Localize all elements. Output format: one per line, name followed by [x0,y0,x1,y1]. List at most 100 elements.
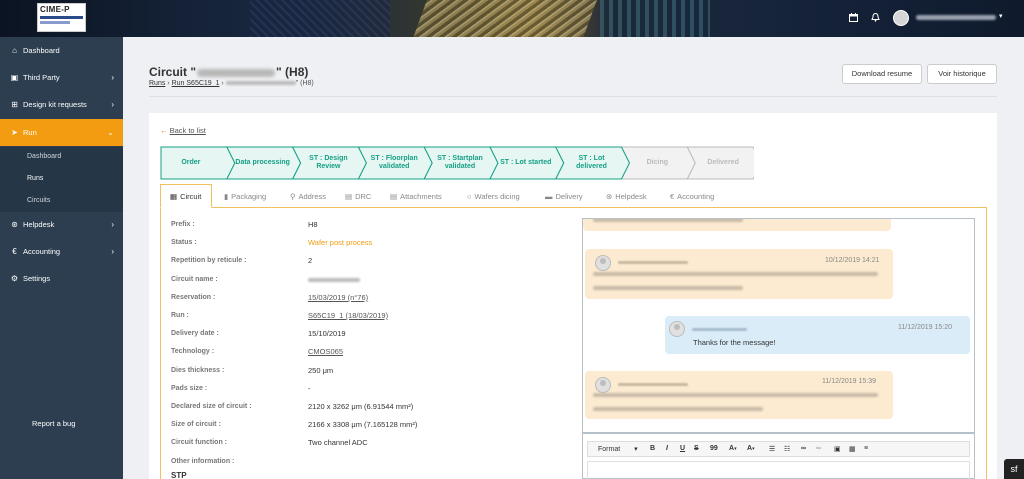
bg-color-button[interactable]: A▾ [747,445,755,452]
sidebar-item-settings[interactable]: ⚙ Settings [0,268,123,290]
breadcrumb-runs[interactable]: Runs [149,80,165,87]
sidebar-subitem-runs[interactable]: Runs [27,175,43,182]
sidebar-item-helpdesk[interactable]: ⊛ Helpdesk › [0,214,123,236]
run-submenu [0,147,123,212]
text-color-button[interactable]: A▾ [729,445,737,452]
underline-button[interactable]: U [680,445,685,452]
sidebar-item-label: Accounting [23,247,61,256]
image-icon[interactable]: ▣ [834,445,841,453]
bell-icon[interactable] [870,12,880,23]
calendar-icon[interactable] [848,13,858,23]
italic-button[interactable]: I [666,445,668,452]
step-label: ST : Floorplan validated [370,155,418,170]
tab-address[interactable]: ⚲ Address [290,190,326,204]
field-value[interactable]: 15/03/2019 (n°76) [308,293,368,302]
breadcrumb-circuit: " (H8) [295,80,314,87]
sidebar-item-third-party[interactable]: ▣ Third Party › [0,67,123,89]
divider [149,96,997,97]
field-value[interactable]: CMOS065 [308,347,343,356]
sidebar-item-label: Dashboard [23,46,60,55]
tab-wafers-dicing[interactable]: ○ Wafers dicing [467,190,520,204]
arrow-left-icon: ← [160,126,168,135]
field-label: Status : [171,239,197,246]
field-value: Two channel ADC [308,438,368,447]
message-author [618,383,688,386]
format-label: Format [598,446,621,453]
back-link-label: Back to list [169,126,206,135]
symfony-toolbar-icon[interactable]: sf [1004,459,1024,479]
tab-packaging[interactable]: ▮ Packaging [224,190,266,204]
sidebar-item-run[interactable]: ➤ Run ⌄ [0,119,123,146]
chevron-right-icon: › [111,73,114,82]
message-text [593,286,743,290]
sidebar-item-label: Design kit requests [23,100,87,109]
sidebar-item-design-kit-requests[interactable]: ⊞ Design kit requests › [0,94,123,116]
field-value: H8 [308,220,318,229]
chevron-down-icon: ▾ [634,446,638,453]
strike-button[interactable]: S [694,445,699,452]
sidebar-item-dashboard[interactable]: ⌂ Dashboard [0,40,123,62]
tab-delivery[interactable]: ▬ Delivery [545,190,583,204]
breadcrumb: Runs › Run S65C19_1 › " (H8) [149,80,314,87]
link-icon[interactable]: ∞ [801,445,806,452]
tab-drc[interactable]: ▤ DRC [345,190,371,204]
message-text: Thanks for the message! [693,338,776,347]
tab-circuit[interactable]: ▦ Circuit [160,184,212,208]
message-input[interactable] [587,461,970,479]
report-bug-link[interactable]: Report a bug [32,419,75,428]
paper-plane-icon: ➤ [11,128,18,137]
tab-attachments[interactable]: ▤ Attachments [390,190,442,204]
banner-art [250,0,390,37]
format-dropdown[interactable]: Format ▾ [598,445,638,453]
field-label: Prefix : [171,221,195,228]
sidebar-subitem-circuits[interactable]: Circuits [27,197,50,204]
table-icon[interactable]: ▦ [849,445,856,453]
chevron-down-icon[interactable]: ▾ [999,12,1003,20]
bold-button[interactable]: B [650,445,655,452]
logo[interactable]: CIME-P [37,3,86,32]
field-value[interactable]: S65C19_1 (18/03/2019) [308,311,388,320]
hr-icon[interactable]: ≡ [864,445,868,452]
quote-button[interactable]: 99 [710,445,718,452]
message-thread[interactable]: 10/12/2019 14:21 11/12/2019 15:20 Thanks… [582,218,975,433]
message-author [692,328,747,331]
message-text [593,407,763,411]
file-icon: ▮ [224,192,229,201]
sidebar-item-accounting[interactable]: € Accounting › [0,241,123,263]
tab-label: Wafers dicing [474,192,520,201]
user-avatar[interactable] [893,10,909,26]
step-label: ST : Startplan validated [437,155,483,170]
unlink-icon[interactable]: ∞ [816,445,821,452]
section-heading: STP [171,471,187,479]
lifebuoy-icon: ⊛ [606,192,613,201]
field-label: Other information : [171,458,235,465]
history-button[interactable]: Voir historique [927,64,997,84]
chevron-down-icon: ⌄ [107,128,114,137]
breadcrumb-separator: › [221,80,224,87]
tab-helpdesk[interactable]: ⊛ Helpdesk [606,190,647,204]
field-label: Size of circuit : [171,421,221,428]
download-resume-button[interactable]: Download resume [842,64,922,84]
truck-icon: ▬ [545,192,553,201]
list-icon[interactable]: ☰ [769,445,775,453]
circuit-name-redacted [197,68,276,77]
field-label: Run : [171,312,189,319]
banner-art [410,0,600,37]
sidebar-subitem-dashboard[interactable]: Dashboard [27,153,61,160]
user-name[interactable] [916,15,996,20]
breadcrumb-run[interactable]: Run S65C19_1 [172,80,220,87]
editor-toolbar [587,441,970,457]
tab-label: Helpdesk [615,192,647,201]
back-link[interactable]: ← Back to list [160,126,206,135]
page-title: Circuit " " (H8) [149,65,308,79]
avatar [669,321,685,337]
chevron-right-icon: › [111,247,114,256]
sidebar-item-label: Settings [23,274,51,283]
field-label: Dies thickness : [171,367,225,374]
step-label: Delivered [707,159,739,166]
circle-icon: ○ [467,192,472,201]
tab-accounting[interactable]: € Accounting [670,190,714,204]
sidebar-item-label: Helpdesk [23,220,55,229]
book-icon: ▣ [10,73,19,82]
numbered-list-icon[interactable]: ☷ [784,445,790,453]
